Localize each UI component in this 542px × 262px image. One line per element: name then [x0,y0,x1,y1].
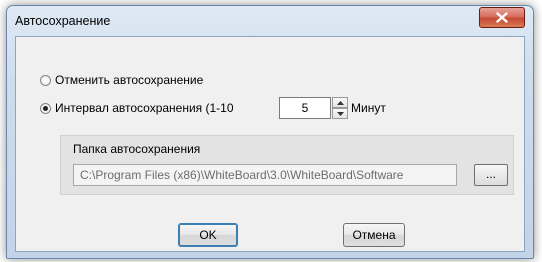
dialog-body: Отменить автосохранение Интервал автосох… [15,36,525,252]
spin-up-button[interactable] [332,97,348,108]
dialog-window: Автосохранение Отменить автосохранение И… [6,5,534,259]
minutes-label: Минут [351,101,386,115]
close-icon [496,12,508,23]
interval-label: Интервал автосохранения (1-10 [55,101,233,115]
folder-path-field[interactable]: C:\Program Files (x86)\WhiteBoard\3.0\Wh… [73,164,457,186]
autosave-folder-group: Папка автосохранения C:\Program Files (x… [60,135,514,195]
interval-input[interactable]: 5 [279,97,331,119]
ok-button-label: OK [199,228,217,242]
dialog-title: Автосохранение [15,14,111,28]
interval-spinner [332,97,348,119]
cancel-button[interactable]: Отмена [343,223,405,247]
arrow-up-icon [336,100,344,105]
title-bar[interactable]: Автосохранение [7,6,533,36]
disable-autosave-radio[interactable] [40,74,51,86]
interval-radio[interactable] [40,102,51,114]
disable-autosave-label: Отменить автосохранение [55,73,204,87]
close-button[interactable] [479,7,525,28]
cancel-button-label: Отмена [352,228,396,242]
interval-option[interactable]: Интервал автосохранения (1-10 [40,101,233,115]
disable-autosave-option[interactable]: Отменить автосохранение [40,73,203,87]
browse-button[interactable]: ... [474,164,508,186]
folder-group-title: Папка автосохранения [73,142,201,156]
spin-down-button[interactable] [332,108,348,119]
arrow-down-icon [336,111,344,116]
ok-button[interactable]: OK [178,223,238,247]
